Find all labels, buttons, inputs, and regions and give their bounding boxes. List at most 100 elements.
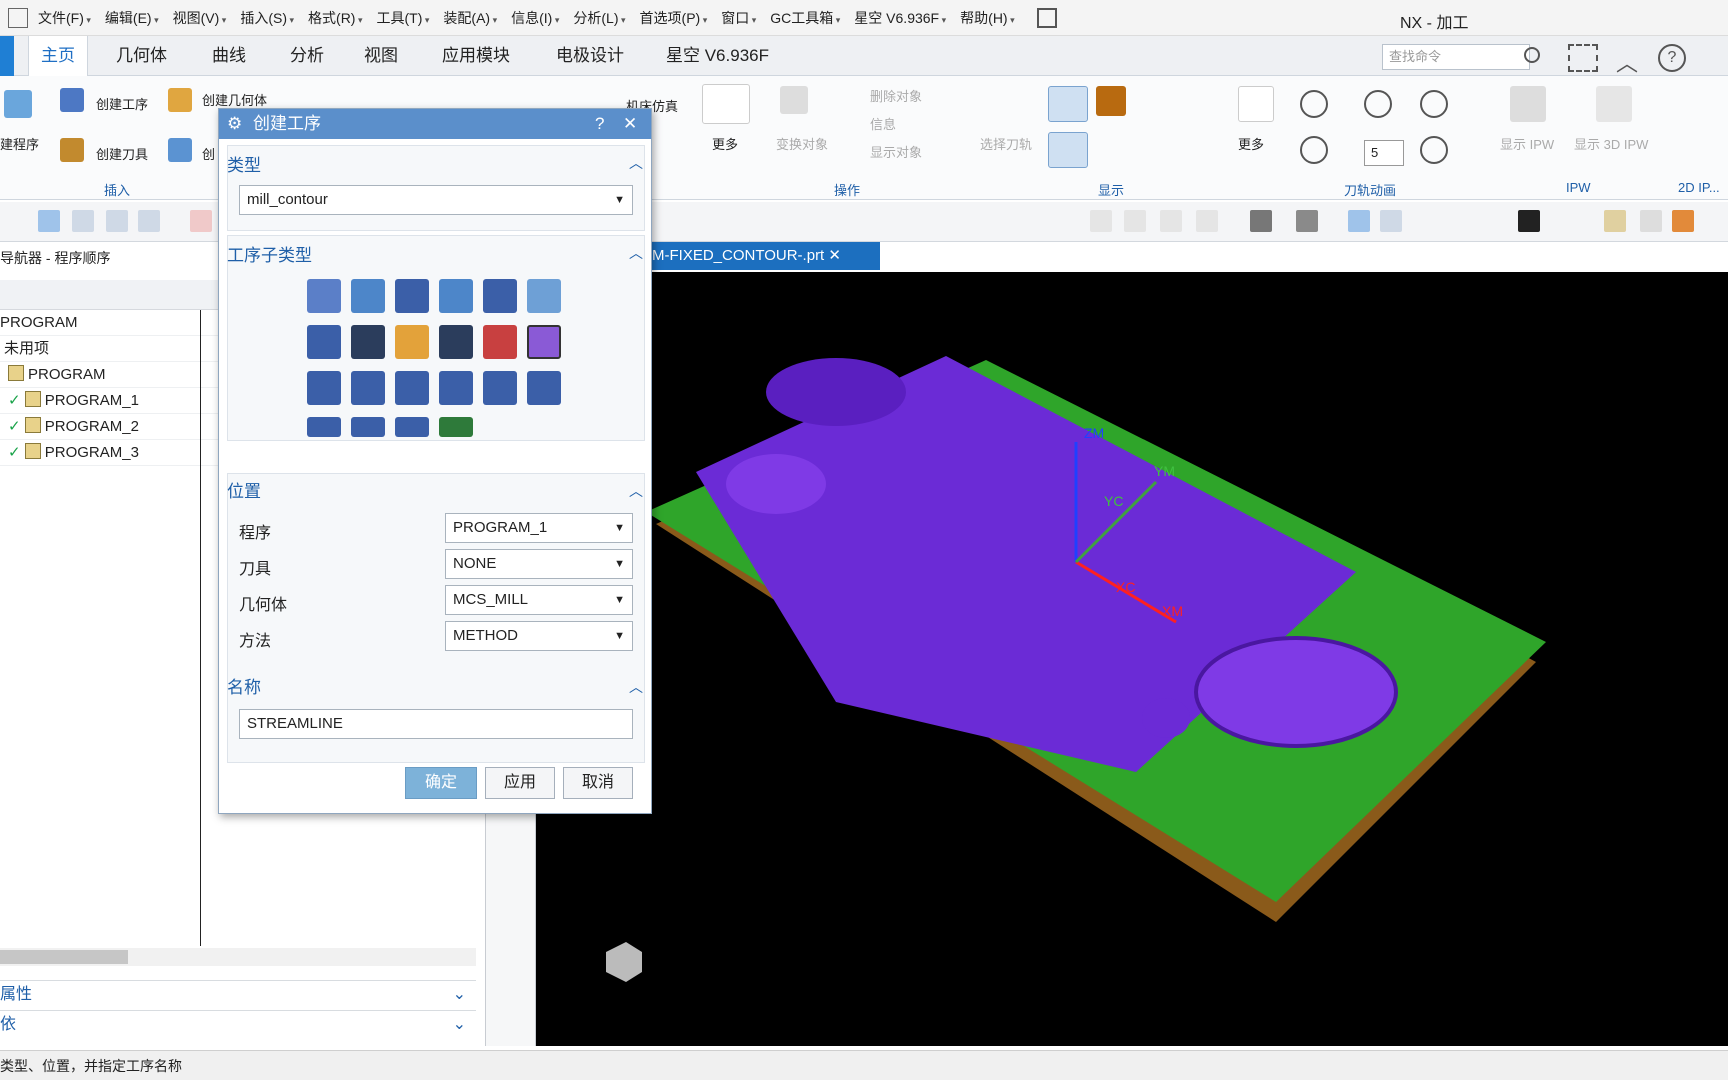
search-input[interactable]: 查找命令 <box>1382 44 1530 70</box>
subtype-21-icon[interactable] <box>395 417 429 437</box>
menu-info[interactable]: 信息(I) <box>511 8 559 28</box>
tab-view[interactable]: 视图 <box>352 36 410 76</box>
tab-xingkong[interactable]: 星空 V6.936F <box>654 36 781 76</box>
save-icon[interactable] <box>1036 7 1057 28</box>
type-select[interactable]: mill_contour ▼ <box>239 185 633 215</box>
collapse-icon[interactable]: ︿ <box>629 153 643 173</box>
cube-icon[interactable] <box>1296 210 1318 232</box>
transform-icon[interactable] <box>780 86 808 114</box>
tab-home[interactable]: 主页 <box>28 36 88 76</box>
menu-xingkong[interactable]: 星空 V6.936F <box>854 8 946 28</box>
column-divider[interactable] <box>200 310 201 946</box>
menu-insert[interactable]: 插入(S) <box>240 8 294 28</box>
show-3d-ipw-icon[interactable] <box>1596 86 1632 122</box>
collapse-ribbon-icon[interactable]: ︿ <box>1616 46 1638 78</box>
subtype-14-icon[interactable] <box>351 371 385 405</box>
dep-section[interactable]: 依 ⌄ <box>0 1010 476 1038</box>
collapse-icon[interactable]: ︿ <box>629 481 643 501</box>
geometry-select[interactable]: MCS_MILL ▼ <box>445 585 633 615</box>
fullscreen-icon[interactable] <box>1568 44 1598 72</box>
subtype-19-icon[interactable] <box>307 417 341 437</box>
ok-button[interactable]: 确定 <box>405 767 477 799</box>
help-icon[interactable]: ? <box>1658 44 1686 72</box>
collapse-icon[interactable]: ︿ <box>629 243 643 263</box>
info-label[interactable]: 信息 <box>870 114 896 133</box>
tab-analysis[interactable]: 分析 <box>278 36 336 76</box>
subtype-3-icon[interactable] <box>395 279 429 313</box>
select-3-icon[interactable] <box>138 210 160 232</box>
subtype-22-icon[interactable] <box>439 417 473 437</box>
subtype-streamline-icon[interactable] <box>527 325 561 359</box>
pause-icon[interactable] <box>1364 90 1392 118</box>
subtype-1-icon[interactable] <box>307 279 341 313</box>
type-section-title[interactable]: 类型 <box>227 151 261 176</box>
show-3d-ipw-label[interactable]: 显示 3D IPW <box>1574 134 1648 153</box>
tab-geometry[interactable]: 几何体 <box>104 36 179 76</box>
view-1-icon[interactable] <box>1090 210 1112 232</box>
eye-icon[interactable] <box>1380 210 1402 232</box>
file-icon[interactable] <box>8 7 28 28</box>
subtype-6-icon[interactable] <box>527 279 561 313</box>
menu-file[interactable]: 文件(F) <box>38 8 91 28</box>
menu-assembly[interactable]: 装配(A) <box>443 8 497 28</box>
program-select[interactable]: PROGRAM_1 ▼ <box>445 513 633 543</box>
create-geometry-label[interactable]: 创建几何体 <box>202 90 267 109</box>
menu-edit[interactable]: 编辑(E) <box>105 8 159 28</box>
create-tool-icon[interactable] <box>60 138 84 162</box>
create-method-label[interactable]: 创 <box>202 144 215 163</box>
attr-section[interactable]: 属性 ⌄ <box>0 980 476 1008</box>
menu-format[interactable]: 格式(R) <box>308 8 362 28</box>
menu-view[interactable]: 视图(V) <box>173 8 227 28</box>
subtype-10-icon[interactable] <box>439 325 473 359</box>
method-select[interactable]: METHOD ▼ <box>445 621 633 651</box>
dialog-titlebar[interactable]: ⚙ 创建工序 ? ✕ <box>219 109 651 139</box>
render-icon[interactable] <box>1672 210 1694 232</box>
view-3-icon[interactable] <box>1160 210 1182 232</box>
speed-stepper[interactable]: 5 <box>1364 140 1404 166</box>
name-section-title[interactable]: 名称 <box>227 673 261 698</box>
delete-object-label[interactable]: 删除对象 <box>870 86 922 105</box>
name-input[interactable]: STREAMLINE <box>239 709 633 739</box>
tool-display-icon[interactable] <box>1096 86 1126 116</box>
subtype-5-icon[interactable] <box>483 279 517 313</box>
subtype-16-icon[interactable] <box>439 371 473 405</box>
subtype-7-icon[interactable] <box>307 325 341 359</box>
transform-label[interactable]: 变换对象 <box>776 134 828 153</box>
create-method-icon[interactable] <box>168 138 192 162</box>
create-operation-icon[interactable] <box>60 88 84 112</box>
prev-icon[interactable] <box>1300 90 1328 118</box>
subtype-9-icon[interactable] <box>395 325 429 359</box>
search-icon[interactable] <box>1524 47 1540 63</box>
subtype-17-icon[interactable] <box>483 371 517 405</box>
select-toolpath-label[interactable]: 选择刀轨 <box>980 134 1032 153</box>
subtype-20-icon[interactable] <box>351 417 385 437</box>
tool-select[interactable]: NONE ▼ <box>445 549 633 579</box>
view-4-icon[interactable] <box>1196 210 1218 232</box>
menu-tools[interactable]: 工具(T) <box>377 8 430 28</box>
display-toolpath-2-icon[interactable] <box>1048 132 1088 168</box>
menu-window[interactable]: 窗口 <box>721 8 756 28</box>
view-2-icon[interactable] <box>1124 210 1146 232</box>
subtype-18-icon[interactable] <box>527 371 561 405</box>
display-toolpath-icon[interactable] <box>1048 86 1088 122</box>
first-icon[interactable] <box>1300 136 1328 164</box>
black-bg-icon[interactable] <box>1518 210 1540 232</box>
play-icon[interactable] <box>1420 90 1448 118</box>
menu-gc-toolbox[interactable]: GC工具箱 <box>770 8 840 28</box>
apply-button[interactable]: 应用 <box>485 767 555 799</box>
menu-analysis[interactable]: 分析(L) <box>573 8 625 28</box>
show-ipw-icon[interactable] <box>1510 86 1546 122</box>
snap-icon[interactable] <box>190 210 212 232</box>
create-geometry-icon[interactable] <box>168 88 192 112</box>
create-program-icon[interactable] <box>4 90 32 118</box>
more-label[interactable]: 更多 <box>712 134 738 153</box>
collapse-icon[interactable]: ︿ <box>629 677 643 697</box>
nav-scroll-thumb[interactable] <box>0 950 128 964</box>
tab-electrode[interactable]: 电极设计 <box>544 36 636 76</box>
create-tool-label[interactable]: 创建刀具 <box>96 144 148 163</box>
select-2-icon[interactable] <box>106 210 128 232</box>
show-ipw-label[interactable]: 显示 IPW <box>1500 134 1554 153</box>
more2-label[interactable]: 更多 <box>1238 134 1264 153</box>
create-program-label[interactable]: 建程序 <box>0 134 39 153</box>
close-icon[interactable]: ✕ <box>828 247 841 264</box>
